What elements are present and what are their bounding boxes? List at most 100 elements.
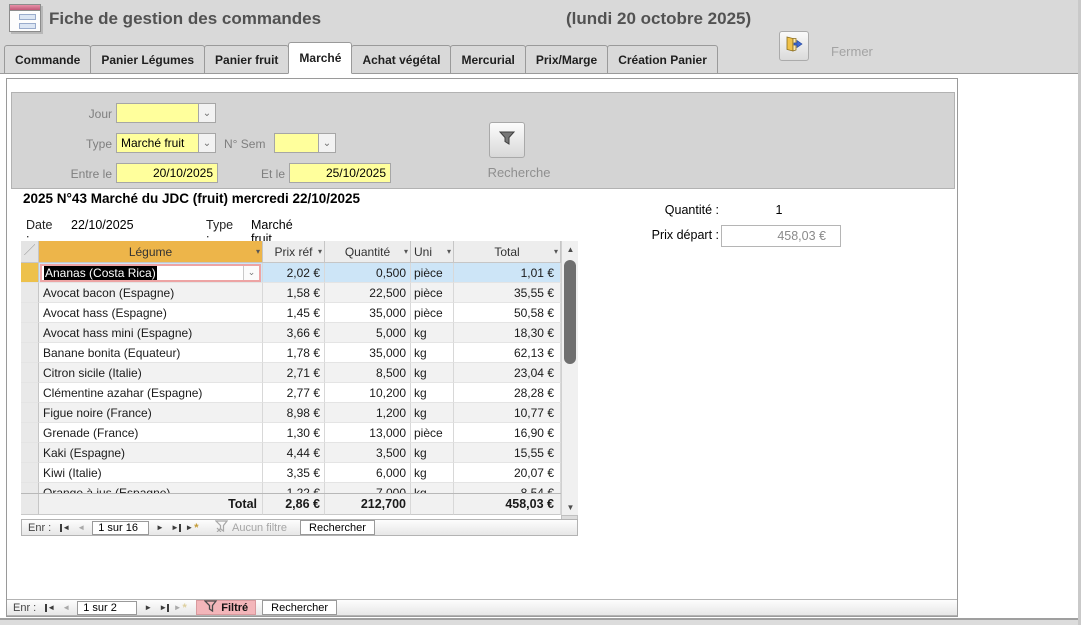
start-price-field[interactable]: 458,03 € (721, 225, 841, 247)
last-record-button[interactable]: ► (156, 601, 172, 614)
table-row[interactable]: Banane bonita (Equateur) 1,78 € 35,000 k… (21, 343, 578, 363)
total-cell[interactable]: 1,01 € (454, 263, 561, 283)
column-header-total[interactable]: Total ▾ (454, 241, 561, 263)
tab-prix-marge[interactable]: Prix/Marge (525, 45, 608, 74)
column-header-prix-ref[interactable]: Prix réf ▾ (263, 241, 325, 263)
chevron-down-icon[interactable]: ⌄ (318, 134, 335, 152)
total-row: Total 2,86 € 212,700 458,03 € (21, 493, 578, 515)
total-prix-value: 2,86 € (263, 494, 325, 515)
tab-commande[interactable]: Commande (4, 45, 91, 74)
table-row[interactable]: Grenade (France) 1,30 € 13,000 pièce 16,… (21, 423, 578, 443)
quantite-cell[interactable]: 0,500 (325, 263, 411, 283)
chevron-down-icon[interactable]: ⌄ (198, 104, 215, 122)
table-row[interactable]: Kiwi (Italie) 3,35 € 6,000 kg 20,07 € (21, 463, 578, 483)
tab-panier-fruit[interactable]: Panier fruit (204, 45, 289, 74)
search-button[interactable] (489, 122, 525, 158)
total-quantite-value: 212,700 (325, 494, 411, 515)
close-form-button[interactable] (779, 31, 809, 61)
subform-record-navigator: Enr : ◄ ◄ 1 sur 16 ► ► ►* Aucun filtre R… (21, 519, 578, 536)
window-title: Fiche de gestion des commandes (49, 9, 321, 29)
main-search-input[interactable]: Rechercher (262, 600, 337, 615)
scroll-down-icon[interactable]: ▼ (562, 499, 579, 515)
chevron-down-icon[interactable]: ⌄ (243, 266, 259, 280)
row-selector[interactable] (21, 343, 39, 363)
table-row[interactable]: Avocat hass (Espagne) 1,45 € 35,000 pièc… (21, 303, 578, 323)
dropdown-arrow-icon[interactable]: ▾ (256, 247, 260, 256)
vertical-scrollbar[interactable]: ▲ ▼ (561, 241, 578, 515)
tab-marche[interactable]: Marché (288, 42, 352, 74)
record-position[interactable]: 1 sur 16 (92, 521, 149, 535)
tab-achat-vegetal[interactable]: Achat végétal (351, 45, 451, 74)
legume-cell[interactable]: Ananas (Costa Rica) ⌄ (39, 263, 263, 283)
dropdown-arrow-icon[interactable]: ▾ (447, 247, 451, 256)
quantity-value: 1 (759, 203, 799, 217)
row-selector[interactable] (21, 323, 39, 343)
select-all-cell[interactable] (21, 241, 39, 263)
legume-combobox[interactable]: Ananas (Costa Rica) ⌄ (40, 264, 261, 282)
subform-search-input[interactable]: Rechercher (300, 520, 375, 535)
table-row[interactable]: Ananas (Costa Rica) ⌄ 2,02 € 0,500 pièce… (21, 263, 578, 283)
table-row[interactable]: Figue noire (France) 8,98 € 1,200 kg 10,… (21, 403, 578, 423)
row-selector[interactable] (21, 363, 39, 383)
new-record-button[interactable]: ►* (184, 521, 200, 534)
table-row[interactable]: Kaki (Espagne) 4,44 € 3,500 kg 15,55 € (21, 443, 578, 463)
row-selector[interactable] (21, 383, 39, 403)
filtered-indicator-button[interactable]: Filtré (196, 600, 256, 615)
search-button-label: Recherche (459, 165, 579, 180)
table-row[interactable]: Avocat bacon (Espagne) 1,58 € 22,500 piè… (21, 283, 578, 303)
next-record-button[interactable]: ► (152, 521, 168, 534)
date-from-field[interactable]: 20/10/2025 (116, 163, 218, 183)
date-value: 22/10/2025 (71, 218, 134, 232)
row-selector[interactable] (21, 283, 39, 303)
table-row[interactable]: Avocat hass mini (Espagne) 3,66 € 5,000 … (21, 323, 578, 343)
prix-cell[interactable]: 2,02 € (263, 263, 325, 283)
total-label: Total (39, 494, 263, 515)
first-record-button[interactable]: ◄ (42, 601, 58, 614)
num-sem-label: N° Sem (224, 137, 270, 151)
column-header-uni[interactable]: Uni ▾ (411, 241, 454, 263)
row-selector[interactable] (21, 403, 39, 423)
chevron-down-icon[interactable]: ⌄ (198, 134, 215, 152)
previous-record-button[interactable]: ◄ (73, 521, 89, 534)
funnel-x-icon (215, 520, 228, 535)
uni-cell[interactable]: pièce (411, 263, 454, 283)
window-header: Fiche de gestion des commandes (lundi 20… (0, 0, 1081, 74)
dropdown-arrow-icon[interactable]: ▾ (554, 247, 558, 256)
last-record-button[interactable]: ► (168, 521, 184, 534)
next-record-button[interactable]: ► (140, 601, 156, 614)
table-row[interactable]: Clémentine azahar (Espagne) 2,77 € 10,20… (21, 383, 578, 403)
scroll-up-icon[interactable]: ▲ (562, 241, 579, 257)
previous-record-button[interactable]: ◄ (58, 601, 74, 614)
tab-creation-panier[interactable]: Création Panier (607, 45, 718, 74)
close-button-label: Fermer (831, 44, 873, 59)
new-record-button[interactable]: ►* (172, 601, 188, 614)
datasheet-header-row: Légume ▾ Prix réf ▾ Quantité ▾ Uni ▾ Tot… (21, 241, 578, 263)
filter-funnel-icon (499, 131, 515, 150)
row-selector[interactable] (21, 303, 39, 323)
column-header-legume[interactable]: Légume ▾ (39, 241, 263, 263)
type-combobox[interactable]: Marché fruit ⌄ (116, 133, 216, 153)
date-to-field[interactable]: 25/10/2025 (289, 163, 391, 183)
door-exit-icon (785, 36, 803, 57)
dropdown-arrow-icon[interactable]: ▾ (318, 247, 322, 256)
dropdown-arrow-icon[interactable]: ▾ (404, 247, 408, 256)
row-selector[interactable] (21, 423, 39, 443)
num-sem-combobox[interactable]: ⌄ (274, 133, 336, 153)
table-row[interactable]: Citron sicile (Italie) 2,71 € 8,500 kg 2… (21, 363, 578, 383)
no-filter-button[interactable]: Aucun filtre (208, 520, 294, 535)
column-header-quantite[interactable]: Quantité ▾ (325, 241, 411, 263)
record-position[interactable]: 1 sur 2 (77, 601, 137, 615)
tab-panier-legumes[interactable]: Panier Légumes (90, 45, 205, 74)
row-selector[interactable] (21, 443, 39, 463)
jour-label: Jour (22, 107, 112, 121)
scrollbar-thumb[interactable] (564, 260, 576, 364)
tab-mercurial[interactable]: Mercurial (450, 45, 525, 74)
table-row-clipped[interactable]: Orange à jus (Espagne) 1,22 € 7,000 kg 8… (21, 483, 578, 493)
row-selector[interactable] (21, 463, 39, 483)
row-selector[interactable] (21, 483, 39, 493)
et-le-label: Et le (237, 167, 285, 181)
jour-combobox[interactable]: ⌄ (116, 103, 216, 123)
first-record-button[interactable]: ◄ (57, 521, 73, 534)
quantity-label: Quantité : (547, 203, 719, 217)
row-selector[interactable] (21, 263, 39, 283)
